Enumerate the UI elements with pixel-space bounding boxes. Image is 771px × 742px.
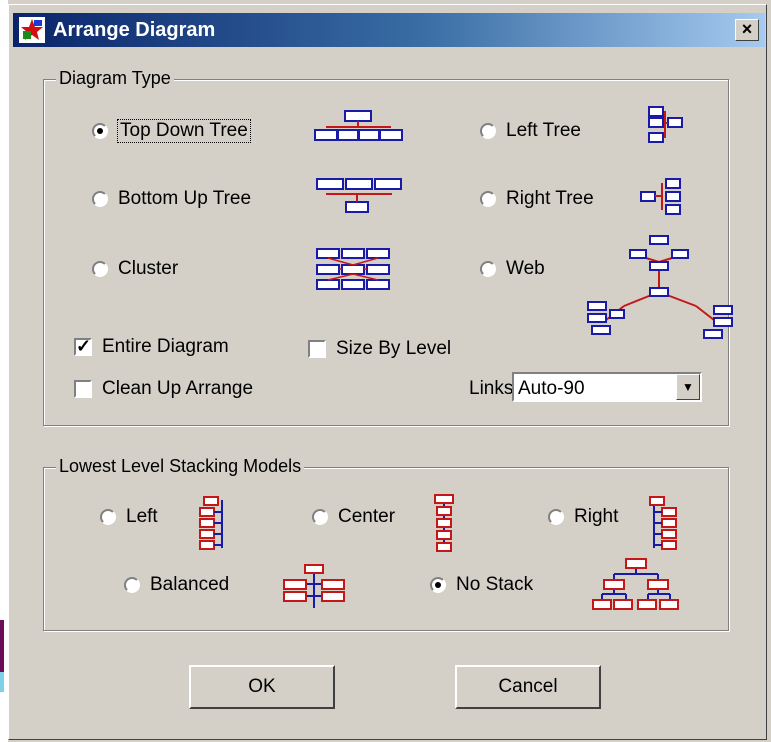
radio-web[interactable]: Web xyxy=(480,258,545,280)
background-fragment xyxy=(0,672,4,692)
dialog-title: Arrange Diagram xyxy=(53,19,216,41)
links-select[interactable]: Auto-90 ▼ xyxy=(512,372,702,402)
radio-top-down-tree[interactable]: Top Down Tree xyxy=(92,119,251,143)
radio-label: Balanced xyxy=(150,574,230,595)
checkbox-label: Size By Level xyxy=(336,338,452,359)
radio-indicator xyxy=(92,261,108,277)
radio-no-stack[interactable]: No Stack xyxy=(430,574,533,596)
radio-stack-balanced[interactable]: Balanced xyxy=(124,574,229,596)
links-label: Links xyxy=(469,378,514,399)
close-icon: × xyxy=(741,19,753,39)
radio-indicator xyxy=(92,123,108,139)
radio-indicator xyxy=(100,509,116,525)
diagram-type-legend: Diagram Type xyxy=(56,68,174,89)
radio-indicator xyxy=(480,191,496,207)
dropdown-arrow-icon[interactable]: ▼ xyxy=(676,374,700,400)
radio-label: No Stack xyxy=(456,574,534,595)
radio-label: Left xyxy=(126,506,158,527)
cancel-button[interactable]: Cancel xyxy=(455,665,601,709)
radio-label: Right xyxy=(574,506,619,527)
checkbox-clean-up-arrange[interactable]: Clean Up Arrange xyxy=(74,378,253,400)
radio-bottom-up-tree[interactable]: Bottom Up Tree xyxy=(92,188,251,210)
cluster-icon xyxy=(316,248,390,290)
checkbox-indicator xyxy=(308,340,326,358)
left-tree-icon xyxy=(648,106,683,143)
stacking-models-group: Lowest Level Stacking Models Left Center… xyxy=(43,456,729,631)
radio-label: Left Tree xyxy=(506,120,581,141)
right-tree-icon xyxy=(640,178,681,215)
links-select-value: Auto-90 xyxy=(518,378,585,399)
radio-cluster[interactable]: Cluster xyxy=(92,258,178,280)
stack-balanced-icon xyxy=(283,564,345,608)
checkbox-entire-diagram[interactable]: Entire Diagram xyxy=(74,336,229,358)
top-down-tree-icon xyxy=(314,110,403,141)
app-icon xyxy=(19,17,45,43)
radio-label: Right Tree xyxy=(506,188,594,209)
stack-left-icon xyxy=(199,496,223,550)
radio-indicator xyxy=(548,509,564,525)
radio-stack-center[interactable]: Center xyxy=(312,506,395,528)
radio-indicator xyxy=(480,123,496,139)
radio-label: Cluster xyxy=(118,258,179,279)
ok-button[interactable]: OK xyxy=(189,665,335,709)
no-stack-icon xyxy=(592,558,679,610)
radio-stack-left[interactable]: Left xyxy=(100,506,158,528)
title-bar[interactable]: Arrange Diagram × xyxy=(13,13,765,47)
radio-indicator xyxy=(430,577,446,593)
radio-indicator xyxy=(480,261,496,277)
radio-indicator xyxy=(124,577,140,593)
web-icon xyxy=(587,235,733,339)
stack-right-icon xyxy=(649,496,677,550)
radio-indicator xyxy=(92,191,108,207)
checkbox-label: Clean Up Arrange xyxy=(102,378,254,399)
radio-label: Center xyxy=(338,506,396,527)
radio-label: Top Down Tree xyxy=(117,119,251,143)
checkbox-size-by-level[interactable]: Size By Level xyxy=(308,338,451,360)
radio-label: Web xyxy=(506,258,545,279)
checkbox-indicator xyxy=(74,336,92,357)
diagram-type-group: Diagram Type Top Down Tree Left Tree Bot… xyxy=(43,68,733,426)
stacking-models-legend: Lowest Level Stacking Models xyxy=(56,456,305,477)
radio-indicator xyxy=(312,509,328,525)
radio-stack-right[interactable]: Right xyxy=(548,506,618,528)
close-button[interactable]: × xyxy=(735,19,759,41)
checkbox-indicator xyxy=(74,380,92,398)
arrange-diagram-dialog: Arrange Diagram × Diagram Type Top Down … xyxy=(8,4,767,740)
stack-center-icon xyxy=(434,494,454,552)
radio-label: Bottom Up Tree xyxy=(118,188,252,209)
background-fragment xyxy=(0,620,4,672)
radio-left-tree[interactable]: Left Tree xyxy=(480,120,581,142)
bottom-up-tree-icon xyxy=(316,178,402,213)
checkbox-label: Entire Diagram xyxy=(102,336,229,357)
radio-right-tree[interactable]: Right Tree xyxy=(480,188,594,210)
